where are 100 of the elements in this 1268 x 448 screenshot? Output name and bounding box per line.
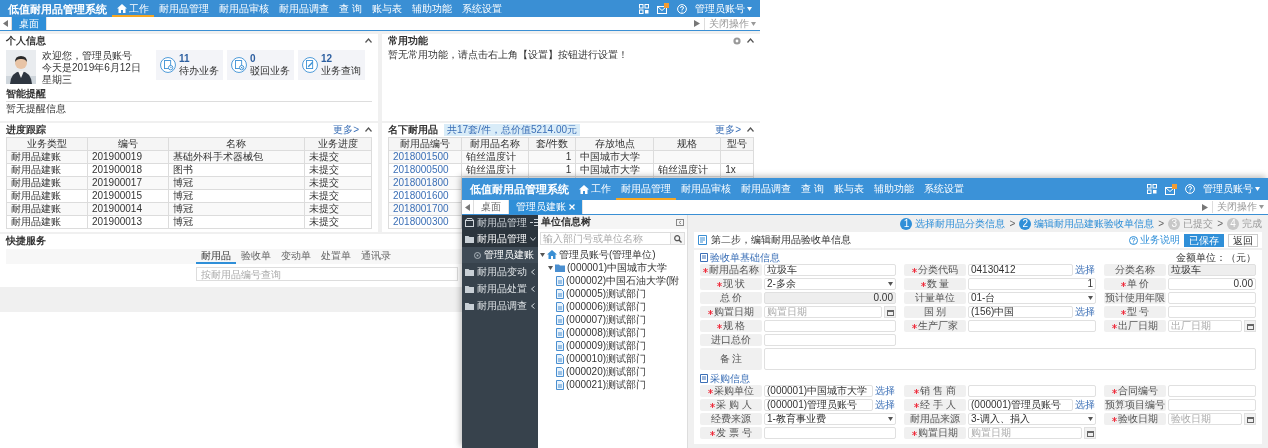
tab[interactable]: 通讯录 [356, 249, 396, 264]
input-field[interactable] [764, 320, 896, 332]
nav-menu-item[interactable]: 耐用品审核 [214, 0, 274, 17]
input-field[interactable] [1168, 292, 1256, 304]
sidebar-item[interactable]: 耐用品变动 [462, 263, 538, 280]
input-field[interactable]: 0.00 [1168, 278, 1256, 290]
select-link[interactable]: 选择 [1075, 306, 1096, 318]
more-link[interactable]: 更多> [715, 123, 741, 136]
settings-icon[interactable] [733, 36, 741, 45]
help-icon[interactable] [677, 3, 687, 14]
calendar-button[interactable] [1244, 413, 1256, 425]
help-link[interactable]: 业务说明 [1129, 234, 1180, 246]
save-button[interactable]: 已保存 [1184, 233, 1224, 247]
select-link[interactable]: 选择 [875, 385, 896, 397]
nav-menu-item[interactable]: 辅助功能 [868, 178, 919, 200]
input-field[interactable] [968, 320, 1096, 332]
select-field[interactable]: 2-多余 [764, 278, 896, 290]
collapse-left-icon[interactable] [465, 203, 470, 211]
calendar-button[interactable] [1244, 320, 1256, 332]
date-field[interactable]: 出厂日期 [1168, 320, 1242, 332]
grid-icon[interactable] [1147, 184, 1157, 194]
select-link[interactable]: 选择 [875, 399, 896, 411]
stat-card[interactable]: 12 业务查询 [298, 50, 365, 80]
close-menu[interactable]: 关闭操作 [704, 17, 756, 30]
input-field[interactable]: 04130412 [968, 264, 1073, 276]
date-field[interactable]: 购置日期 [764, 306, 882, 318]
nav-menu-item[interactable]: 账与表 [828, 178, 869, 200]
input-field[interactable]: (000001)中国城市大学 [764, 385, 873, 397]
calendar-button[interactable] [1084, 427, 1096, 439]
input-field[interactable]: (000001)管理员账号 [764, 399, 873, 411]
input-field[interactable] [1168, 306, 1256, 318]
grid-icon[interactable] [639, 3, 649, 14]
select-link[interactable]: 选择 [1075, 264, 1096, 276]
help-icon[interactable] [1185, 184, 1195, 194]
input-field[interactable]: (156)中国 [968, 306, 1073, 318]
nav-menu-item[interactable]: 系统设置 [918, 178, 969, 200]
tab[interactable]: 耐用品 [196, 249, 236, 264]
input-field[interactable] [1168, 385, 1256, 397]
nav-menu-item[interactable]: 账与表 [366, 0, 407, 17]
tab[interactable]: 处置单 [316, 249, 356, 264]
tree-item[interactable]: (000002)中国石油大学(附 [566, 274, 680, 287]
tree-item[interactable]: (000009)测试部门 [566, 339, 647, 352]
nav-menu-item[interactable]: 耐用品管理 [154, 0, 214, 17]
stat-card[interactable]: 11 待办业务 [156, 50, 223, 80]
nav-menu-item[interactable]: 辅助功能 [406, 0, 457, 17]
tab[interactable]: 桌面 [12, 17, 47, 30]
input-field[interactable]: 垃圾车 [764, 264, 896, 276]
close-icon[interactable] [569, 204, 575, 210]
tree-item[interactable]: (000005)测试部门 [566, 287, 647, 300]
tab[interactable]: 验收单 [236, 249, 276, 264]
select-field[interactable]: 01-台 [968, 292, 1096, 304]
stat-card[interactable]: 0 驳回业务 [227, 50, 294, 80]
collapse-left-icon[interactable] [676, 218, 684, 226]
mail-icon[interactable] [657, 3, 669, 14]
tree-item[interactable]: (000007)测试部门 [566, 313, 647, 326]
nav-menu-item[interactable]: 耐用品调查 [274, 0, 334, 17]
sidebar-item[interactable]: 耐用品处置 [462, 280, 538, 297]
input-field[interactable] [764, 334, 896, 346]
remarks-field[interactable] [764, 348, 1256, 370]
select-link[interactable]: 选择 [1075, 399, 1096, 411]
sidebar-subitem[interactable]: 管理员建账 [462, 247, 538, 263]
back-button[interactable]: 返回 [1228, 233, 1258, 247]
tab[interactable]: 变动单 [276, 249, 316, 264]
nav-menu-item[interactable]: 耐用品调查 [736, 178, 796, 200]
nav-menu-item[interactable]: 查 询 [796, 178, 829, 200]
date-field[interactable]: 验收日期 [1168, 413, 1242, 425]
tab[interactable]: 管理员建账 [509, 200, 583, 214]
collapse-left-icon[interactable] [3, 20, 8, 27]
caret-down-icon[interactable] [540, 252, 545, 257]
tree-item[interactable]: 管理员账号(管理单位) [559, 248, 656, 261]
play-icon[interactable] [1202, 203, 1208, 211]
nav-menu-item[interactable]: 查 询 [334, 0, 367, 17]
select-field[interactable]: 1-教育事业费 [764, 413, 896, 425]
more-link[interactable]: 更多> [333, 123, 359, 136]
tree-item[interactable]: (000006)测试部门 [566, 300, 647, 313]
input-field[interactable] [1168, 399, 1256, 411]
play-icon[interactable] [694, 20, 700, 27]
user-menu[interactable]: 管理员账号 [1203, 183, 1260, 195]
input-field[interactable] [764, 427, 896, 439]
tree-item[interactable]: (000001)中国城市大学 [567, 261, 668, 274]
user-menu[interactable]: 管理员账号 [695, 2, 752, 15]
tree-item[interactable]: (000008)测试部门 [566, 326, 647, 339]
nav-menu-item[interactable]: 系统设置 [456, 0, 507, 17]
nav-menu-item[interactable]: 耐用品审核 [676, 178, 736, 200]
select-field[interactable]: 3-调入、捐入 [968, 413, 1096, 425]
tree-item[interactable]: (000020)测试部门 [566, 365, 647, 378]
calendar-button[interactable] [884, 306, 896, 318]
input-field[interactable]: 0.00 [764, 292, 896, 304]
input-field[interactable] [968, 385, 1096, 397]
input-field[interactable]: (000001)管理员账号 [968, 399, 1073, 411]
input-field[interactable]: 垃圾车 [1168, 264, 1256, 276]
search-field[interactable]: 输入部门号或单位名称 [540, 232, 671, 245]
close-menu[interactable]: 关闭操作 [1212, 201, 1264, 213]
date-field[interactable]: 购置日期 [968, 427, 1082, 439]
tree-item[interactable]: (000021)测试部门 [566, 378, 647, 391]
sidebar-item[interactable]: 耐用品调查 [462, 297, 538, 314]
search-button[interactable] [671, 232, 685, 245]
search-field[interactable]: 按耐用品编号查询 [196, 267, 458, 281]
nav-menu-item[interactable]: 工作 [574, 178, 616, 200]
mail-icon[interactable] [1165, 183, 1177, 195]
